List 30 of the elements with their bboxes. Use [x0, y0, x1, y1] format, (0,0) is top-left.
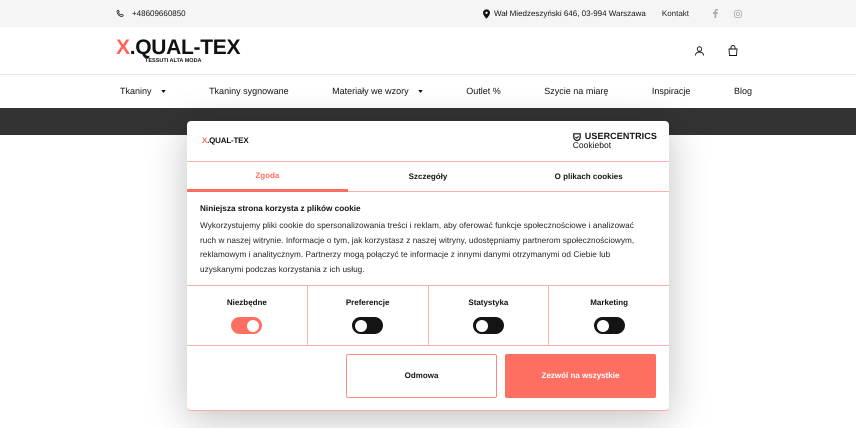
- nav-link[interactable]: Tkaniny: [120, 84, 166, 98]
- shopping-bag-icon[interactable]: [728, 45, 738, 56]
- phone-number[interactable]: +48609660850: [132, 8, 186, 20]
- dialog-tab[interactable]: O plikach cookies: [508, 162, 669, 192]
- caret-icon: [160, 90, 166, 93]
- nav-link[interactable]: Blog: [734, 84, 752, 98]
- toggle-switch[interactable]: [472, 317, 504, 334]
- contact-link[interactable]: Kontakt: [662, 8, 689, 20]
- nav-link[interactable]: Tkaniny sygnowane: [209, 84, 289, 98]
- location-pin-icon: [482, 8, 490, 18]
- category-label: Preferencje: [346, 297, 390, 309]
- dialog-text: Wykorzystujemy pliki cookie do spersonalizowania treści i reklam, aby oferować funkcje społecznościowe i analizować ruch w naszej witrynie. Informacje o tym, jak korzystasz z naszej witryny, udostępniamy partnerom społecznościowym, reklamowym i analitycznym. Partnerzy mogą połączyć te informacje z innymi danymi otrzymanymi od Ciebie lub uzyskanymi podczas korzystania z ich usług.: [200, 220, 636, 276]
- category-label: Marketing: [590, 297, 628, 309]
- decline-button[interactable]: Odmowa: [346, 354, 497, 398]
- toggle-switch[interactable]: [594, 317, 625, 334]
- nav-link[interactable]: Inspiracje: [652, 84, 690, 98]
- address-text: Wał Miedzeszyński 646, 03-994 Warszawa: [494, 8, 646, 20]
- caret-icon: [418, 90, 423, 93]
- phone-icon: [116, 9, 124, 18]
- toggle-switch[interactable]: [231, 317, 262, 334]
- dialog-logo: X.QUAL-TEX: [202, 135, 248, 147]
- provider-logo[interactable]: USERCENTRICS Cookiebot: [572, 132, 657, 150]
- dialog-title: Niniejsza strona korzysta z plików cookie: [200, 203, 362, 215]
- user-icon[interactable]: [695, 46, 704, 56]
- toggle-switch[interactable]: [352, 317, 384, 334]
- category-label: Niezbędne: [226, 297, 267, 309]
- nav-link[interactable]: Outlet %: [466, 84, 501, 98]
- nav-link[interactable]: Szycie na miarę: [544, 84, 608, 98]
- nav-link[interactable]: Materiały we wzory: [332, 84, 423, 98]
- category-label: Statystyka: [468, 297, 508, 309]
